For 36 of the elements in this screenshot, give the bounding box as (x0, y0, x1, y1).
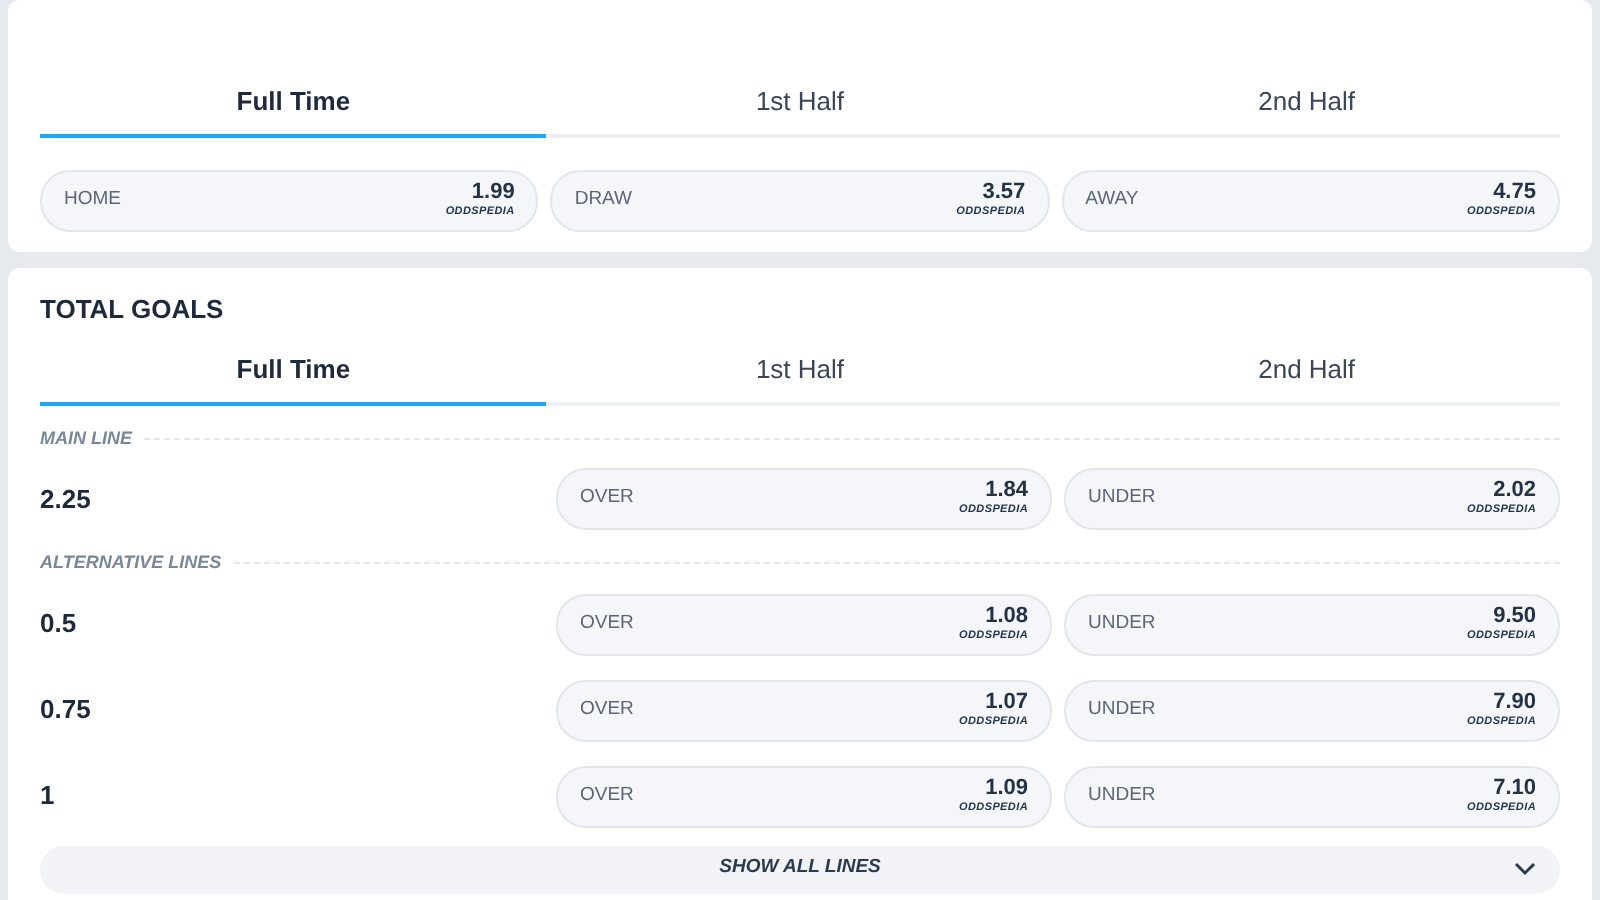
odds-value: 4.75 (1493, 181, 1536, 204)
odds-label: OVER (580, 484, 634, 513)
line-value: 0.5 (40, 606, 79, 643)
tab[interactable]: Full Time (40, 74, 547, 137)
odds-value: 1.07 (985, 691, 1028, 714)
tab[interactable]: 1st Half (546, 342, 1054, 405)
tab[interactable]: 2nd Half (1053, 342, 1560, 405)
tab[interactable]: 2nd Half (1053, 74, 1560, 137)
odds-label: AWAY (1085, 185, 1139, 214)
odds-label: OVER (580, 695, 634, 724)
odds-label: UNDER (1088, 695, 1156, 724)
odds-value: 1.99 (471, 181, 515, 204)
odds-label: DRAW (574, 185, 632, 214)
line-value: 2.25 (40, 481, 93, 518)
line-value: 0.75 (40, 692, 93, 729)
odds-label: HOME (64, 185, 121, 214)
tab[interactable]: 1st Half (546, 74, 1054, 137)
odds-value: 1.09 (985, 777, 1028, 800)
odds-label: UNDER (1088, 484, 1156, 513)
show-all-lines-button[interactable]: SHOW ALL LINES (40, 845, 1560, 893)
tab[interactable]: Full Time (40, 342, 547, 405)
odds-label: UNDER (1088, 609, 1156, 638)
odds-value: 3.57 (982, 181, 1026, 204)
section-heading: ALTERNATIVE LINES (40, 550, 222, 576)
odds-value: 7.10 (1493, 777, 1536, 800)
odds-value: 9.50 (1493, 605, 1536, 628)
section-title: TOTAL GOALS (40, 291, 226, 327)
odds-label: UNDER (1088, 781, 1156, 810)
odds-value: 7.90 (1493, 691, 1536, 714)
odds-value: 1.08 (985, 605, 1028, 628)
odds-label: OVER (580, 609, 634, 638)
odds-value: 1.84 (985, 480, 1028, 503)
section-heading: MAIN LINE (40, 425, 132, 451)
odds-value: 2.02 (1493, 480, 1536, 503)
odds-label: OVER (580, 781, 634, 810)
line-value: 1 (40, 778, 57, 815)
